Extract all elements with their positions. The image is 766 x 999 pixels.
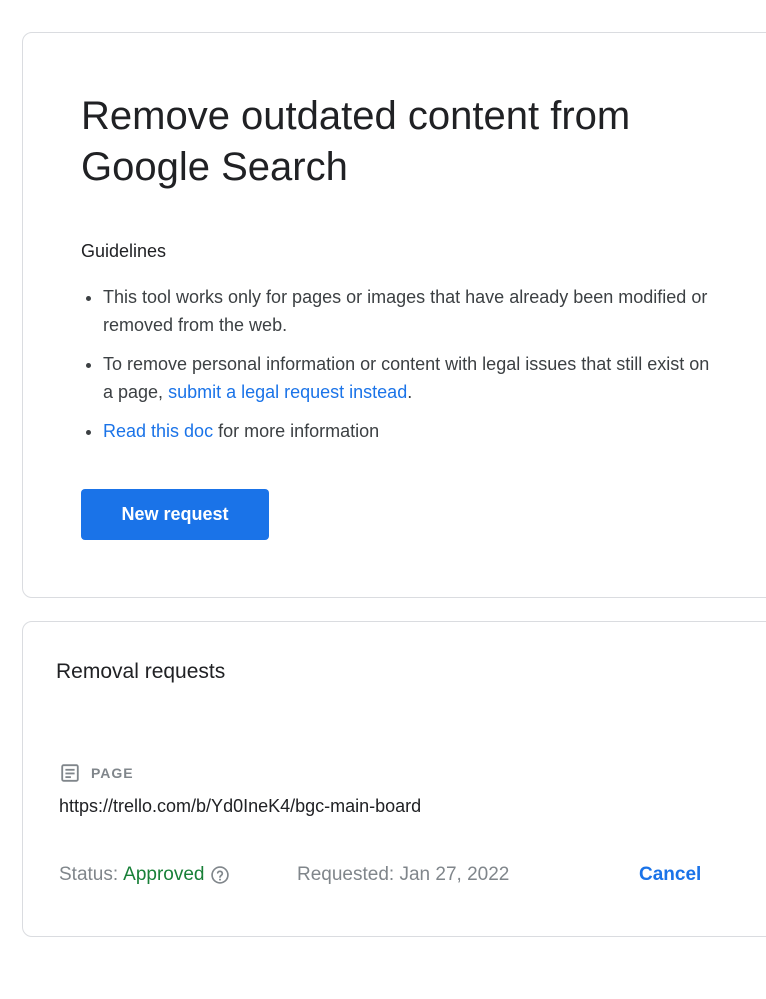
guideline-item: This tool works only for pages or images… [103,283,723,339]
guideline-item: Read this doc for more information [103,417,723,445]
page-title: Remove outdated content from Google Sear… [81,94,631,189]
removal-requests-title: Removal requests [56,660,226,683]
request-type: PAGE [59,762,134,784]
status-label: Status: [59,864,119,885]
guidelines-list: This tool works only for pages or images… [81,283,723,456]
guidelines-heading: Guidelines [81,241,167,261]
guideline-text: This tool works only for pages or images… [103,287,708,335]
guideline-item: To remove personal information or conten… [103,350,723,406]
request-status: Status: Approved [59,864,230,886]
help-icon[interactable] [210,865,230,885]
request-type-label: PAGE [91,765,134,781]
document-icon [61,764,79,782]
request-url: https://trello.com/b/Yd0IneK4/bgc-main-b… [59,796,422,816]
requested-date: Requested: Jan 27, 2022 [297,864,510,885]
cancel-request-button[interactable]: Cancel [639,864,701,886]
guideline-text: . [407,382,413,402]
status-value: Approved [123,864,205,885]
removal-requests-card: Removal requests PAGE https://trello.com… [22,621,766,937]
legal-request-link[interactable]: submit a legal request instead [168,382,407,402]
outdated-content-card: Remove outdated content from Google Sear… [22,32,766,598]
new-request-button[interactable]: New request [81,489,269,540]
read-doc-link[interactable]: Read this doc [103,421,213,441]
guideline-text: for more information [213,421,380,441]
